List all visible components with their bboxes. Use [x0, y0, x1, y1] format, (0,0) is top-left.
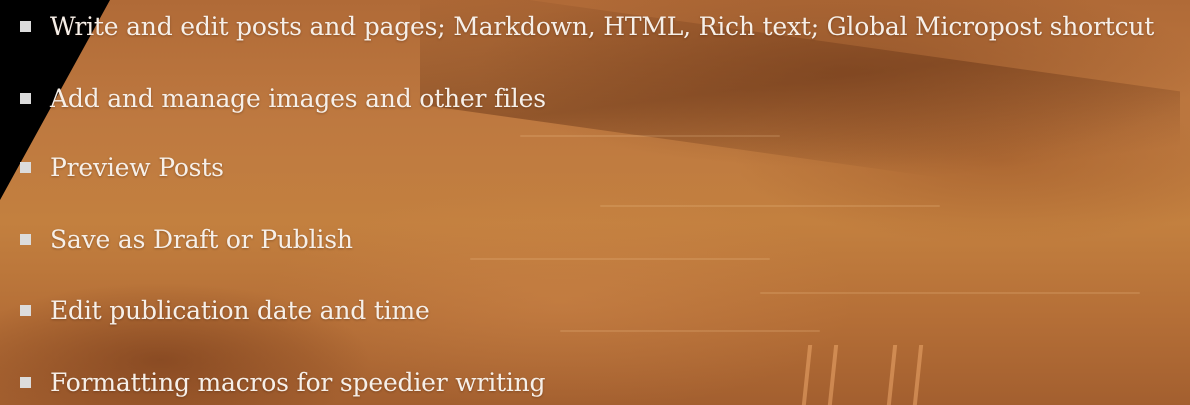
- feature-item: Edit publication date and time: [20, 290, 430, 330]
- feature-item: Write and edit posts and pages; Markdown…: [20, 6, 1154, 46]
- dune-ripple: [470, 258, 770, 260]
- dune-ripple: [560, 330, 820, 332]
- feature-label: Add and manage images and other files: [50, 83, 546, 113]
- feature-label: Save as Draft or Publish: [50, 224, 353, 254]
- feature-item: Add and manage images and other files: [20, 78, 546, 118]
- square-bullet-icon: [20, 92, 31, 104]
- mars-landscape-background: [0, 0, 1190, 405]
- feature-label: Edit publication date and time: [50, 295, 430, 325]
- feature-label: Preview Posts: [50, 152, 224, 182]
- dune-ripple: [760, 292, 1140, 294]
- square-bullet-icon: [20, 304, 31, 316]
- square-bullet-icon: [20, 20, 31, 32]
- square-bullet-icon: [20, 376, 31, 388]
- dune-ripple: [600, 205, 940, 207]
- feature-item: Save as Draft or Publish: [20, 219, 353, 259]
- square-bullet-icon: [20, 233, 31, 245]
- feature-item: Preview Posts: [20, 147, 224, 187]
- rover-track: [801, 345, 839, 405]
- feature-label: Formatting macros for speedier writing: [50, 367, 546, 397]
- rover-track: [886, 345, 924, 405]
- square-bullet-icon: [20, 161, 31, 173]
- feature-label: Write and edit posts and pages; Markdown…: [50, 11, 1155, 41]
- feature-item: Formatting macros for speedier writing: [20, 362, 546, 402]
- dune-ripple: [520, 135, 780, 137]
